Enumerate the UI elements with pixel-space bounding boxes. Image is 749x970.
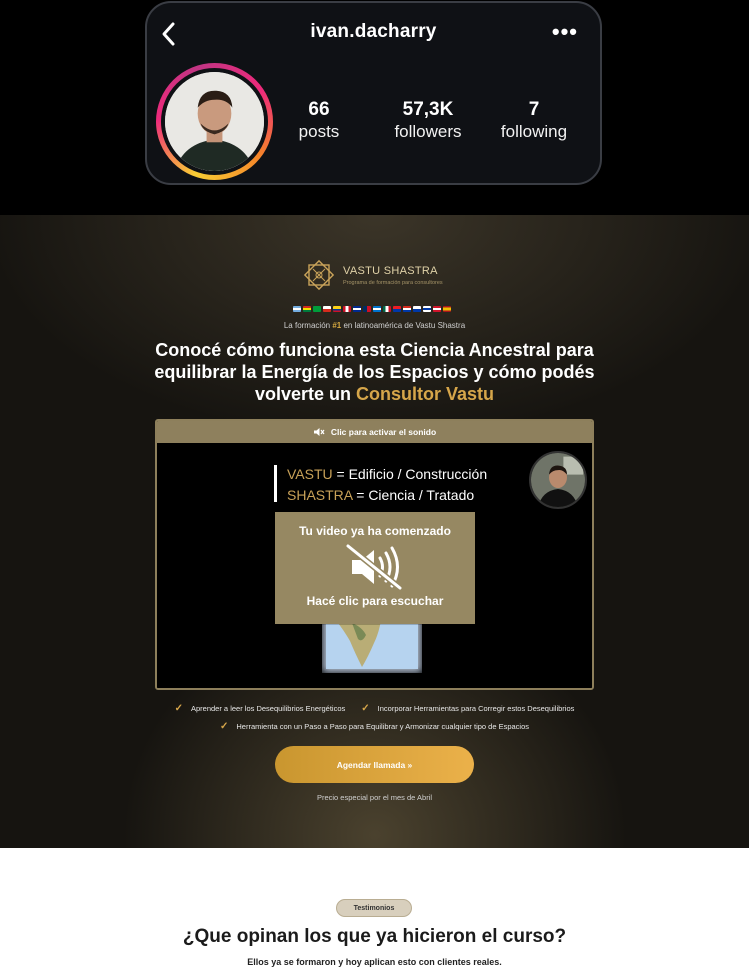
- benefit-item: ✓ Herramienta con un Paso a Paso para Equ…: [220, 721, 529, 732]
- flag-icon: [443, 306, 451, 312]
- video-line-2-definition: = Ciencia / Tratado: [352, 487, 475, 503]
- headline-highlight: Consultor Vastu: [356, 384, 495, 404]
- profile-username: ivan.dacharry: [310, 21, 437, 42]
- headline-line-2: equilibrar la Energía de los Espacios y …: [154, 362, 595, 382]
- landing-hero: VASTU SHASTRA Programa de formación para…: [0, 215, 749, 848]
- stat-followers-label: followers: [394, 122, 462, 141]
- video-text-divider: [274, 465, 277, 502]
- flag-icon: [333, 306, 341, 312]
- brand: VASTU SHASTRA Programa de formación para…: [303, 259, 443, 291]
- story-ring[interactable]: [156, 63, 273, 180]
- instagram-profile-card: ivan.dacharry ••• 66 posts 57,3K followe…: [145, 1, 602, 185]
- stat-following-value: 7: [528, 99, 540, 120]
- headline-line-3-text: volverte un: [254, 384, 356, 404]
- stat-followers[interactable]: 57,3K followers: [383, 99, 473, 143]
- speaker-muted-icon: [313, 428, 325, 436]
- testimonials-title: ¿Que opinan los que ya hicieron el curso…: [182, 926, 567, 947]
- country-flags: [293, 306, 451, 312]
- benefit-text: Aprender a leer los Desequilibrios Energ…: [191, 704, 346, 713]
- video-line-2-term: SHASTRA: [287, 487, 353, 503]
- stat-posts-label: posts: [298, 122, 340, 141]
- sound-off-icon: [345, 543, 403, 591]
- more-horizontal-icon[interactable]: •••: [552, 19, 578, 45]
- flag-icon: [423, 306, 431, 312]
- stat-followers-value: 57,3K: [402, 99, 454, 120]
- click-to-unmute-overlay[interactable]: Tu video ya ha comenzado Hacé clic para …: [275, 512, 475, 624]
- headline: Conocé cómo funciona esta Ciencia Ancest…: [0, 339, 749, 405]
- benefit-item: ✓ Incorporar Herramientas para Corregir e…: [361, 703, 574, 714]
- book-call-button[interactable]: Agendar llamada »: [275, 746, 474, 783]
- tagline: La formación #1 en latinoamérica de Vast…: [0, 321, 749, 330]
- flag-icon: [413, 306, 421, 312]
- activate-sound-label: Clic para activar el sonido: [330, 427, 437, 437]
- stat-posts-value: 66: [308, 99, 330, 120]
- benefit-text: Incorporar Herramientas para Corregir es…: [377, 704, 575, 713]
- testimonials-badge: Testimonios: [336, 899, 412, 917]
- video-line-1-term: VASTU: [287, 466, 333, 482]
- check-icon: ✓: [219, 721, 229, 732]
- video-player[interactable]: Clic para activar el sonido VASTU = Edif…: [155, 419, 594, 690]
- headline-line-3: volverte un Consultor Vastu: [0, 383, 749, 405]
- video-line-1: VASTU = Edificio / Construcción: [287, 466, 487, 482]
- presenter-thumbnail: [529, 451, 587, 509]
- check-icon: ✓: [361, 703, 370, 714]
- stat-following-label: following: [500, 122, 568, 141]
- tagline-suffix: en latinoamérica de Vastu Shastra: [341, 321, 466, 330]
- benefit-item: ✓ Aprender a leer los Desequilibrios Ener…: [175, 703, 346, 714]
- flag-icon: [363, 306, 371, 312]
- benefit-text: Herramienta con un Paso a Paso para Equi…: [236, 722, 530, 731]
- tagline-highlight: #1: [332, 321, 342, 330]
- flag-icon: [353, 306, 361, 312]
- brand-subtitle: Programa de formación para consultores: [343, 279, 443, 286]
- video-line-2: SHASTRA = Ciencia / Tratado: [287, 487, 474, 503]
- vastu-logo-icon: [303, 259, 335, 291]
- benefits-list: ✓ Aprender a leer los Desequilibrios Ener…: [0, 703, 749, 739]
- price-note: Precio especial por el mes de Abril: [316, 793, 433, 802]
- headline-line-1: Conocé cómo funciona esta Ciencia Ancest…: [155, 340, 594, 360]
- testimonials-section: Testimonios ¿Que opinan los que ya hicie…: [0, 848, 749, 970]
- flag-icon: [403, 306, 411, 312]
- flag-icon: [313, 306, 321, 312]
- flag-icon: [393, 306, 401, 312]
- overlay-title: Tu video ya ha comenzado: [299, 524, 451, 538]
- avatar[interactable]: [165, 72, 264, 171]
- flag-icon: [343, 306, 351, 312]
- flag-icon: [433, 306, 441, 312]
- tagline-prefix: La formación: [283, 321, 333, 330]
- activate-sound-bar[interactable]: Clic para activar el sonido: [157, 421, 592, 443]
- flag-icon: [303, 306, 311, 312]
- stat-following[interactable]: 7 following: [493, 99, 575, 143]
- flag-icon: [383, 306, 391, 312]
- check-icon: ✓: [174, 703, 183, 714]
- overlay-subtitle: Hacé clic para escuchar: [306, 594, 444, 608]
- flag-icon: [373, 306, 381, 312]
- flag-icon: [293, 306, 301, 312]
- video-frame[interactable]: VASTU = Edificio / Construcción SHASTRA …: [157, 443, 592, 688]
- stat-posts[interactable]: 66 posts: [281, 99, 357, 143]
- flag-icon: [323, 306, 331, 312]
- brand-name: VASTU SHASTRA: [343, 264, 438, 277]
- video-line-1-definition: = Edificio / Construcción: [332, 466, 488, 482]
- testimonials-subtitle: Ellos ya se formaron y hoy aplican esto …: [247, 957, 502, 967]
